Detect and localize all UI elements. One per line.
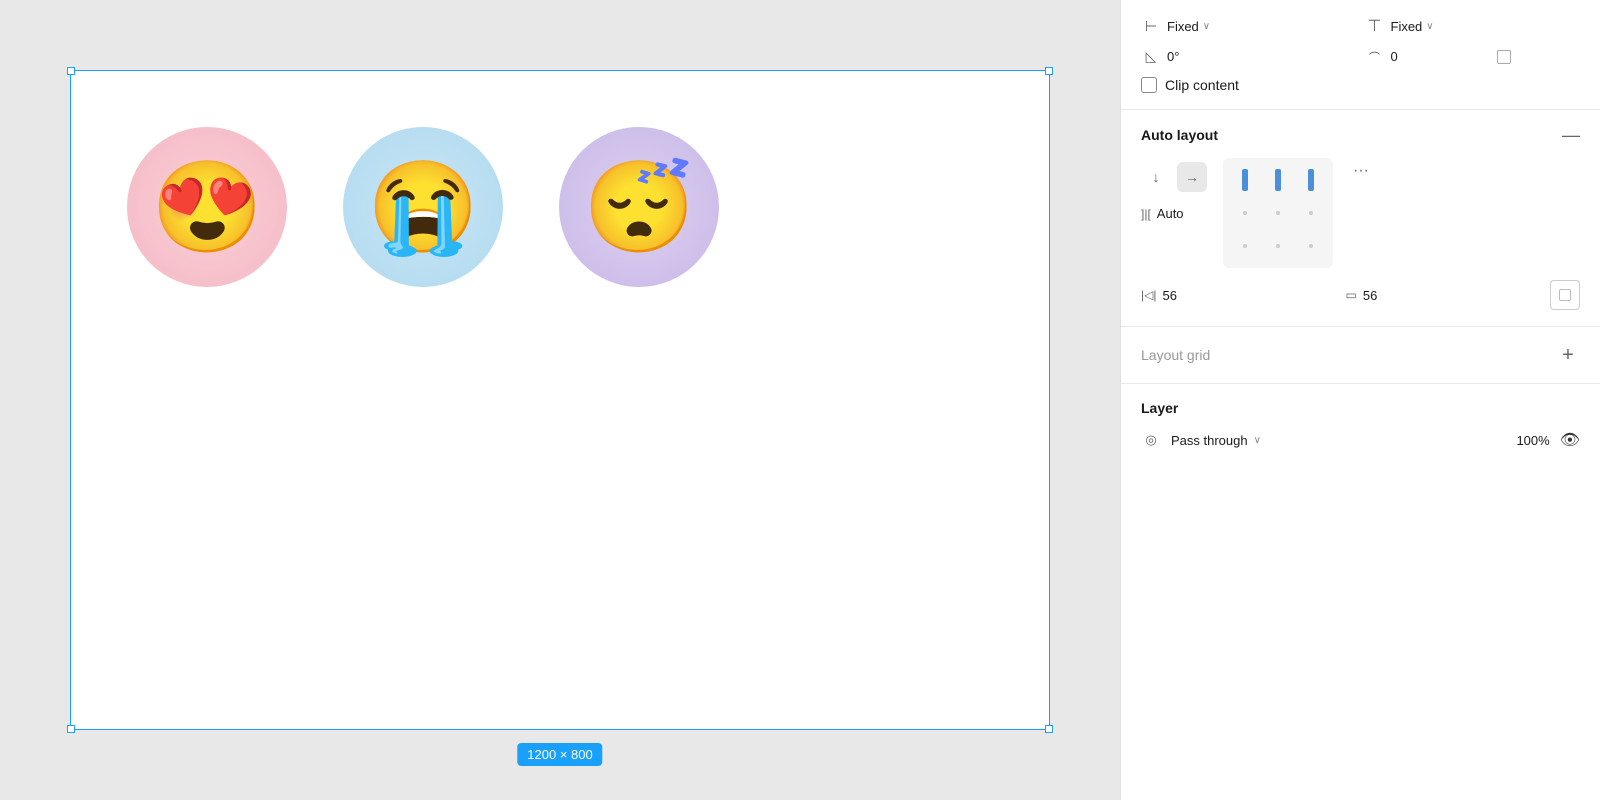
layer-opacity-value[interactable]: 100%: [1516, 433, 1549, 448]
design-frame[interactable]: 😍 😭 😴: [70, 70, 1050, 730]
align-cell-mc[interactable]: [1264, 199, 1293, 228]
corner-radius-value[interactable]: 0: [1391, 49, 1431, 64]
alignment-grid: [1223, 158, 1333, 268]
alignment-area: [1223, 158, 1333, 268]
layer-header: Layer: [1141, 400, 1580, 416]
canvas-area: 😍 😭 😴 1200 × 800: [0, 0, 1120, 800]
layer-mode-chevron-icon: ∨: [1254, 435, 1261, 446]
corner-expand-icon: [1497, 50, 1511, 64]
clip-content-row: Clip content: [1141, 77, 1580, 93]
direction-buttons: ↓ →: [1141, 162, 1207, 192]
auto-label[interactable]: Auto: [1157, 206, 1184, 221]
v-spacing-item: ▭ 56: [1346, 288, 1539, 303]
layout-grid-label: Layout grid: [1141, 347, 1210, 363]
visibility-eye-icon[interactable]: 👁: [1560, 430, 1580, 450]
auto-layout-collapse-btn[interactable]: —: [1562, 126, 1580, 144]
align-cell-tl[interactable]: [1231, 166, 1260, 195]
layout-controls: ↓ → ]|[ Auto: [1141, 158, 1580, 268]
layer-title: Layer: [1141, 400, 1178, 416]
align-cell-bl[interactable]: [1231, 231, 1260, 260]
width-chevron-icon: ∨: [1203, 21, 1210, 32]
frame-size-label: 1200 × 800: [517, 743, 602, 766]
align-cell-tr[interactable]: [1296, 166, 1325, 195]
emoji-heart-eyes[interactable]: 😍: [127, 127, 287, 287]
auto-layout-section: Auto layout — ↓ → ]|[ Auto: [1121, 110, 1600, 327]
handle-top-right[interactable]: [1045, 67, 1053, 75]
dimensions-section: ⊢ Fixed ∨ ⊤ Fixed ∨ ◺ 0° ⌒: [1121, 0, 1600, 110]
spacing-auto-row: ]|[ Auto: [1141, 206, 1207, 221]
layer-row: ◎ Pass through ∨ 100% 👁: [1141, 430, 1580, 450]
auto-layout-title: Auto layout: [1141, 127, 1218, 143]
direction-group: ↓ → ]|[ Auto: [1141, 162, 1207, 221]
height-group: ⊤ Fixed ∨: [1365, 16, 1581, 36]
layer-mode-group: Pass through ∨: [1171, 433, 1506, 448]
align-cell-mr[interactable]: [1296, 199, 1325, 228]
spacing-row: |◁| 56 ▭ 56: [1141, 280, 1580, 310]
corner-group: ⌒ 0: [1365, 49, 1581, 65]
clip-btn[interactable]: [1550, 280, 1580, 310]
h-spacing-icon: |◁|: [1141, 288, 1156, 302]
squeeze-icon: [1559, 289, 1571, 301]
width-icon: ⊢: [1141, 18, 1161, 35]
v-spacing-icon: ▭: [1346, 288, 1357, 302]
rotation-value[interactable]: 0°: [1167, 49, 1207, 64]
add-layout-grid-btn[interactable]: +: [1556, 343, 1580, 367]
layer-section: Layer ◎ Pass through ∨ 100% 👁: [1121, 384, 1600, 466]
direction-down-btn[interactable]: ↓: [1141, 162, 1171, 192]
align-cell-bc[interactable]: [1264, 231, 1293, 260]
clip-content-checkbox[interactable]: [1141, 77, 1157, 93]
h-spacing-value[interactable]: 56: [1162, 288, 1176, 303]
width-mode-label: Fixed: [1167, 19, 1199, 34]
emoji-crying[interactable]: 😭: [343, 127, 503, 287]
layout-grid-row: Layout grid +: [1141, 343, 1580, 367]
layout-grid-section: Layout grid +: [1121, 327, 1600, 384]
handle-top-left[interactable]: [67, 67, 75, 75]
layer-mode-label[interactable]: Pass through: [1171, 433, 1248, 448]
align-cell-br[interactable]: [1296, 231, 1325, 260]
auto-layout-header: Auto layout —: [1141, 126, 1580, 144]
layer-mode-icon: ◎: [1141, 430, 1161, 450]
clip-content-label: Clip content: [1165, 77, 1239, 93]
height-icon: ⊤: [1365, 16, 1385, 36]
emoji-sleeping[interactable]: 😴: [559, 127, 719, 287]
handle-bottom-left[interactable]: [67, 725, 75, 733]
width-group: ⊢ Fixed ∨: [1141, 18, 1357, 35]
more-options-btn[interactable]: ···: [1349, 158, 1373, 184]
h-spacing-item: |◁| 56: [1141, 288, 1334, 303]
emojis-row: 😍 😭 😴: [71, 71, 1049, 287]
height-chevron-icon: ∨: [1426, 21, 1433, 32]
height-mode-dropdown[interactable]: Fixed ∨: [1391, 19, 1434, 34]
direction-right-btn[interactable]: →: [1177, 162, 1207, 192]
handle-bottom-right[interactable]: [1045, 725, 1053, 733]
right-panel: ⊢ Fixed ∨ ⊤ Fixed ∨ ◺ 0° ⌒: [1120, 0, 1600, 800]
rotation-corner-row: ◺ 0° ⌒ 0: [1141, 48, 1580, 65]
frame-container: 😍 😭 😴 1200 × 800: [70, 70, 1050, 730]
spacing-icon: ]|[: [1141, 207, 1151, 221]
v-spacing-value[interactable]: 56: [1363, 288, 1377, 303]
corner-radius-icon: ⌒: [1365, 49, 1385, 65]
wh-row: ⊢ Fixed ∨ ⊤ Fixed ∨: [1141, 16, 1580, 36]
height-mode-label: Fixed: [1391, 19, 1423, 34]
width-mode-dropdown[interactable]: Fixed ∨: [1167, 19, 1210, 34]
rotation-group: ◺ 0°: [1141, 48, 1357, 65]
align-cell-ml[interactable]: [1231, 199, 1260, 228]
rotation-icon: ◺: [1141, 48, 1161, 65]
align-cell-tc[interactable]: [1264, 166, 1293, 195]
